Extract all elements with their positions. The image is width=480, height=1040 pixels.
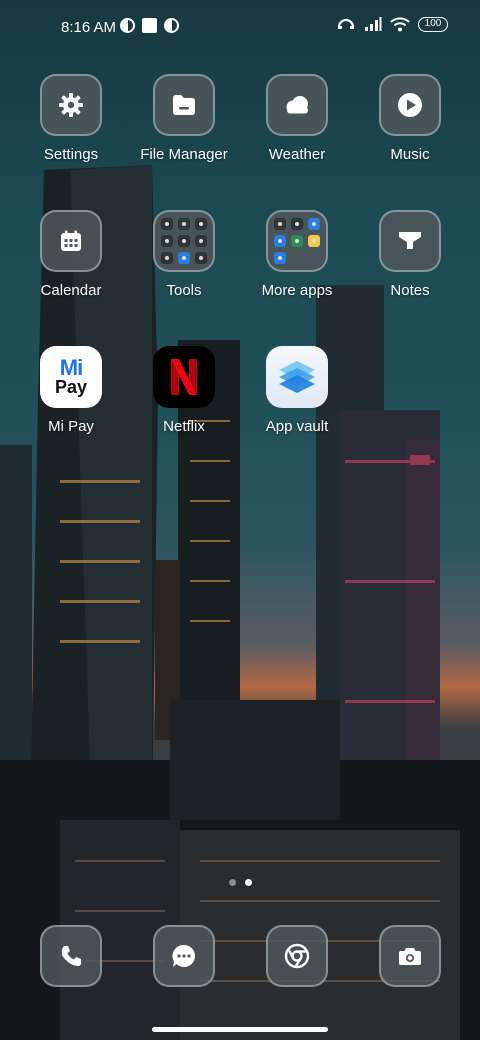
page-dot-active[interactable] [244, 879, 252, 886]
mi-pay-logo-pay: Pay [54, 377, 88, 397]
status-system-icons: 100 [336, 16, 448, 32]
play-icon [379, 74, 441, 136]
app-label: Weather [268, 146, 326, 163]
chrome-icon [266, 925, 328, 987]
alarm-mini-icon [178, 218, 190, 230]
linkedin-mini-icon [274, 235, 286, 247]
tools-folder-icon [153, 210, 215, 272]
app-file-manager[interactable]: File Manager [129, 74, 239, 163]
facebook-mini-icon [291, 218, 303, 230]
video-mini-icon [195, 235, 207, 247]
square-notification-icon [142, 18, 157, 33]
infinity-mini-icon [178, 252, 190, 264]
hotspot-icon [337, 18, 355, 29]
calculator-mini-icon [161, 252, 173, 264]
wifi-icon [390, 17, 410, 32]
app-mi-pay[interactable]: Mi Pay Mi Pay [16, 346, 126, 435]
scanner-mini-icon [161, 235, 173, 247]
signal-icon [365, 17, 382, 31]
app-label: More apps [261, 282, 333, 299]
booking-mini-icon [308, 218, 320, 230]
status-bar: 8:16 AM 100 [0, 0, 480, 56]
recorder-mini-icon [178, 235, 190, 247]
mi-pay-logo: Mi Pay [40, 346, 102, 408]
app-label: Settings [43, 146, 99, 163]
notification-app-icon [120, 18, 135, 33]
smile-mini-icon [308, 235, 320, 247]
dock-camera[interactable] [379, 925, 441, 987]
message-icon [153, 925, 215, 987]
compass-mini-icon [195, 218, 207, 230]
app-vault-icon [266, 346, 328, 408]
netflix-logo [153, 346, 215, 408]
calendar-icon [40, 210, 102, 272]
dock-chrome[interactable] [266, 925, 328, 987]
app-label: Music [390, 146, 430, 163]
cloud-icon [266, 74, 328, 136]
user-mini-icon [161, 218, 173, 230]
empty-mini-slot [308, 252, 320, 264]
status-time: 8:16 AM [61, 19, 117, 36]
app-notes[interactable]: Notes [355, 210, 465, 299]
app-label: Calendar [40, 282, 102, 299]
notification-app-icon [164, 18, 179, 33]
sparkle-mini-icon [195, 252, 207, 264]
app-weather[interactable]: Weather [242, 74, 352, 163]
app-app-vault[interactable]: App vault [242, 346, 352, 435]
gear-icon [40, 74, 102, 136]
battery-icon: 100 [418, 16, 448, 32]
empty-mini-slot [291, 252, 303, 264]
booking-mini-icon [274, 252, 286, 264]
home-indicator[interactable] [152, 1027, 328, 1032]
notes-icon [379, 210, 441, 272]
hi-mini-icon [291, 235, 303, 247]
folder-more-apps[interactable]: More apps [242, 210, 352, 299]
page-indicator [0, 879, 480, 886]
app-settings[interactable]: Settings [16, 74, 126, 163]
status-notifications [120, 18, 179, 33]
dock-phone[interactable] [40, 925, 102, 987]
app-label: File Manager [140, 146, 228, 163]
app-label: Tools [166, 282, 202, 299]
page-dot[interactable] [228, 879, 236, 886]
app-label: Notes [390, 282, 430, 299]
app-mini-icon [274, 218, 286, 230]
app-label: Netflix [163, 418, 205, 435]
camera-icon [379, 925, 441, 987]
app-netflix[interactable]: Netflix [129, 346, 239, 435]
folder-tools[interactable]: Tools [129, 210, 239, 299]
app-label: Mi Pay [48, 418, 94, 435]
app-calendar[interactable]: Calendar [16, 210, 126, 299]
dock-messages[interactable] [153, 925, 215, 987]
app-music[interactable]: Music [355, 74, 465, 163]
app-label: App vault [265, 418, 329, 435]
folder-icon [153, 74, 215, 136]
apps-folder-icon [266, 210, 328, 272]
mi-pay-logo-mi: Mi [59, 355, 83, 380]
phone-icon [40, 925, 102, 987]
